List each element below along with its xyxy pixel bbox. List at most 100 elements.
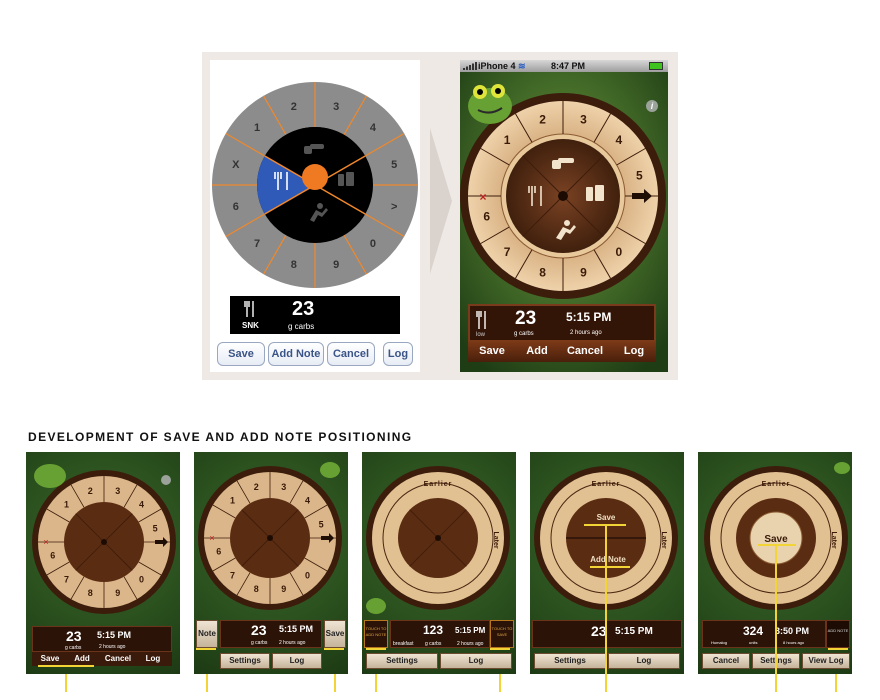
add-note-touch-button[interactable]: TOUCH TO ADD NOTE [364, 620, 388, 648]
wheel-key[interactable]: 8 [539, 265, 546, 279]
save-button[interactable]: Save [36, 654, 64, 663]
wheel-key[interactable]: 0 [139, 574, 144, 584]
x-icon[interactable]: × [479, 190, 486, 204]
wire-readout: SNK 23 g carbs [230, 296, 400, 334]
save-button[interactable]: Save [468, 340, 516, 362]
wheel-key[interactable]: 9 [115, 588, 120, 598]
thumb5-unit: units [749, 640, 758, 645]
wire-wheel-key[interactable]: 4 [370, 122, 377, 134]
x-icon[interactable]: × [43, 537, 48, 547]
ring-later-label: Later [660, 531, 667, 548]
thumb5-time: 3:50 PM [775, 626, 810, 636]
settings-button[interactable]: Settings [366, 653, 438, 669]
wheel-key[interactable]: 1 [504, 133, 511, 147]
thumb2-wheel: 1 2 3 4 5 0 9 8 7 6 × [198, 462, 342, 610]
section-title: DEVELOPMENT OF SAVE AND ADD NOTE POSITIO… [28, 430, 413, 444]
battery-icon [649, 62, 663, 70]
thumb5-category: Humalog [711, 640, 728, 645]
wire-wheel-key[interactable]: 6 [233, 201, 239, 213]
thumb4-readout: 23 5:15 PM [532, 620, 682, 648]
wheel-key[interactable]: 4 [616, 133, 623, 147]
pointer-line [206, 674, 208, 692]
ring-earlier-label: Earlier [424, 481, 453, 488]
log-button[interactable]: Log [140, 654, 166, 663]
status-time: 8:47 PM [551, 61, 586, 71]
wheel-key[interactable]: 8 [254, 584, 259, 594]
wheel-key[interactable]: 4 [305, 496, 310, 506]
add-note-button[interactable]: Add Note [268, 342, 324, 366]
wheel-key[interactable]: 9 [580, 265, 587, 279]
settings-button[interactable]: Settings [220, 653, 270, 669]
wheel-key[interactable]: 8 [88, 588, 93, 598]
wheel-key[interactable]: 7 [504, 245, 511, 259]
cancel-button[interactable]: Cancel [558, 340, 612, 362]
wire-wheel-key[interactable]: X [232, 159, 240, 171]
note-button[interactable]: Note [196, 620, 218, 648]
wheel-key[interactable]: 4 [139, 500, 144, 510]
wire-wheel-key[interactable]: 7 [254, 238, 260, 250]
wheel-key[interactable]: 7 [64, 574, 69, 584]
add-button[interactable]: Add [70, 654, 94, 663]
log-button[interactable]: Log [272, 653, 322, 669]
wheel-key[interactable]: 6 [50, 551, 55, 561]
fork-knife-icon [244, 300, 254, 318]
wheel-key[interactable]: 2 [254, 482, 259, 492]
save-button[interactable]: Save [324, 620, 346, 648]
medicine-icon [586, 185, 604, 201]
wire-wheel-key[interactable]: 9 [333, 259, 339, 271]
add-note-button[interactable]: ADD NOTE [826, 620, 850, 648]
thumb5-ago: 8 hours ago [783, 640, 805, 645]
add-button[interactable]: Add [516, 340, 558, 362]
log-button[interactable]: Log [440, 653, 512, 669]
signal-icon [463, 62, 477, 70]
wire-wheel-key[interactable]: 3 [333, 101, 339, 113]
thumbnail-5: Earlier Later Save Humalog 324 units 3:5… [698, 452, 852, 674]
wheel-key[interactable]: 3 [115, 486, 120, 496]
center-add-note-button[interactable]: Add Note [590, 555, 626, 564]
wheel-key[interactable]: 3 [281, 482, 286, 492]
wheel-key[interactable]: 7 [230, 570, 235, 580]
info-icon[interactable] [161, 475, 171, 485]
wheel-key[interactable]: 6 [216, 547, 221, 557]
center-save-button[interactable]: Save [597, 513, 616, 522]
wire-wheel-key[interactable]: > [391, 201, 397, 213]
wheel-key[interactable]: 0 [305, 570, 310, 580]
wheel-key[interactable]: 5 [319, 519, 324, 529]
cancel-button[interactable]: Cancel [702, 653, 750, 669]
wheel-key[interactable]: 1 [64, 500, 69, 510]
cancel-button[interactable]: Cancel [327, 342, 375, 366]
frog-icon [834, 462, 850, 474]
status-bar: iPhone 4 ≋ 8:47 PM [460, 60, 668, 72]
wheel-key[interactable]: 6 [483, 209, 490, 223]
wire-wheel-key[interactable]: 2 [291, 101, 297, 113]
wire-wheel-key[interactable]: 1 [254, 122, 260, 134]
info-icon[interactable]: i [646, 100, 658, 112]
fork-knife-icon [476, 310, 488, 330]
x-icon[interactable]: × [209, 533, 214, 543]
thumbnail-3: Earlier Later TOUCH TO ADD NOTE breakfas… [362, 452, 516, 674]
save-touch-button[interactable]: TOUCH TO SAVE [490, 620, 514, 648]
log-button[interactable]: Log [608, 653, 680, 669]
wire-wheel-key[interactable]: 0 [370, 238, 376, 250]
log-button[interactable]: Log [612, 340, 656, 362]
thumb5-readout: Humalog 324 units 3:50 PM 8 hours ago [702, 620, 826, 648]
wheel-key[interactable]: 2 [88, 486, 93, 496]
wheel-key[interactable]: 1 [230, 496, 235, 506]
settings-button[interactable]: Settings [534, 653, 606, 669]
wheel-key[interactable]: 9 [281, 584, 286, 594]
wheel-key[interactable]: 3 [580, 113, 587, 127]
wheel-key[interactable]: 5 [153, 523, 158, 533]
wire-wheel-key[interactable]: 5 [391, 159, 397, 171]
wheel-key[interactable]: 5 [636, 169, 643, 183]
cancel-button[interactable]: Cancel [102, 654, 134, 663]
thumb3-time: 5:15 PM [455, 626, 486, 635]
wheel-key[interactable]: 0 [616, 245, 623, 259]
wire-wheel-key[interactable]: 8 [291, 259, 297, 271]
pointer-line [775, 674, 777, 692]
thumb1-readout: 23 g carbs 5:15 PM 2 hours ago [32, 626, 172, 652]
wheel-key[interactable]: 2 [539, 113, 546, 127]
save-button[interactable]: Save [217, 342, 265, 366]
log-button[interactable]: Log [383, 342, 413, 366]
wireframe-wheel: 1 2 3 4 5 >0 9 8 7 6 X [212, 82, 418, 288]
view-log-button[interactable]: View Log [802, 653, 850, 669]
